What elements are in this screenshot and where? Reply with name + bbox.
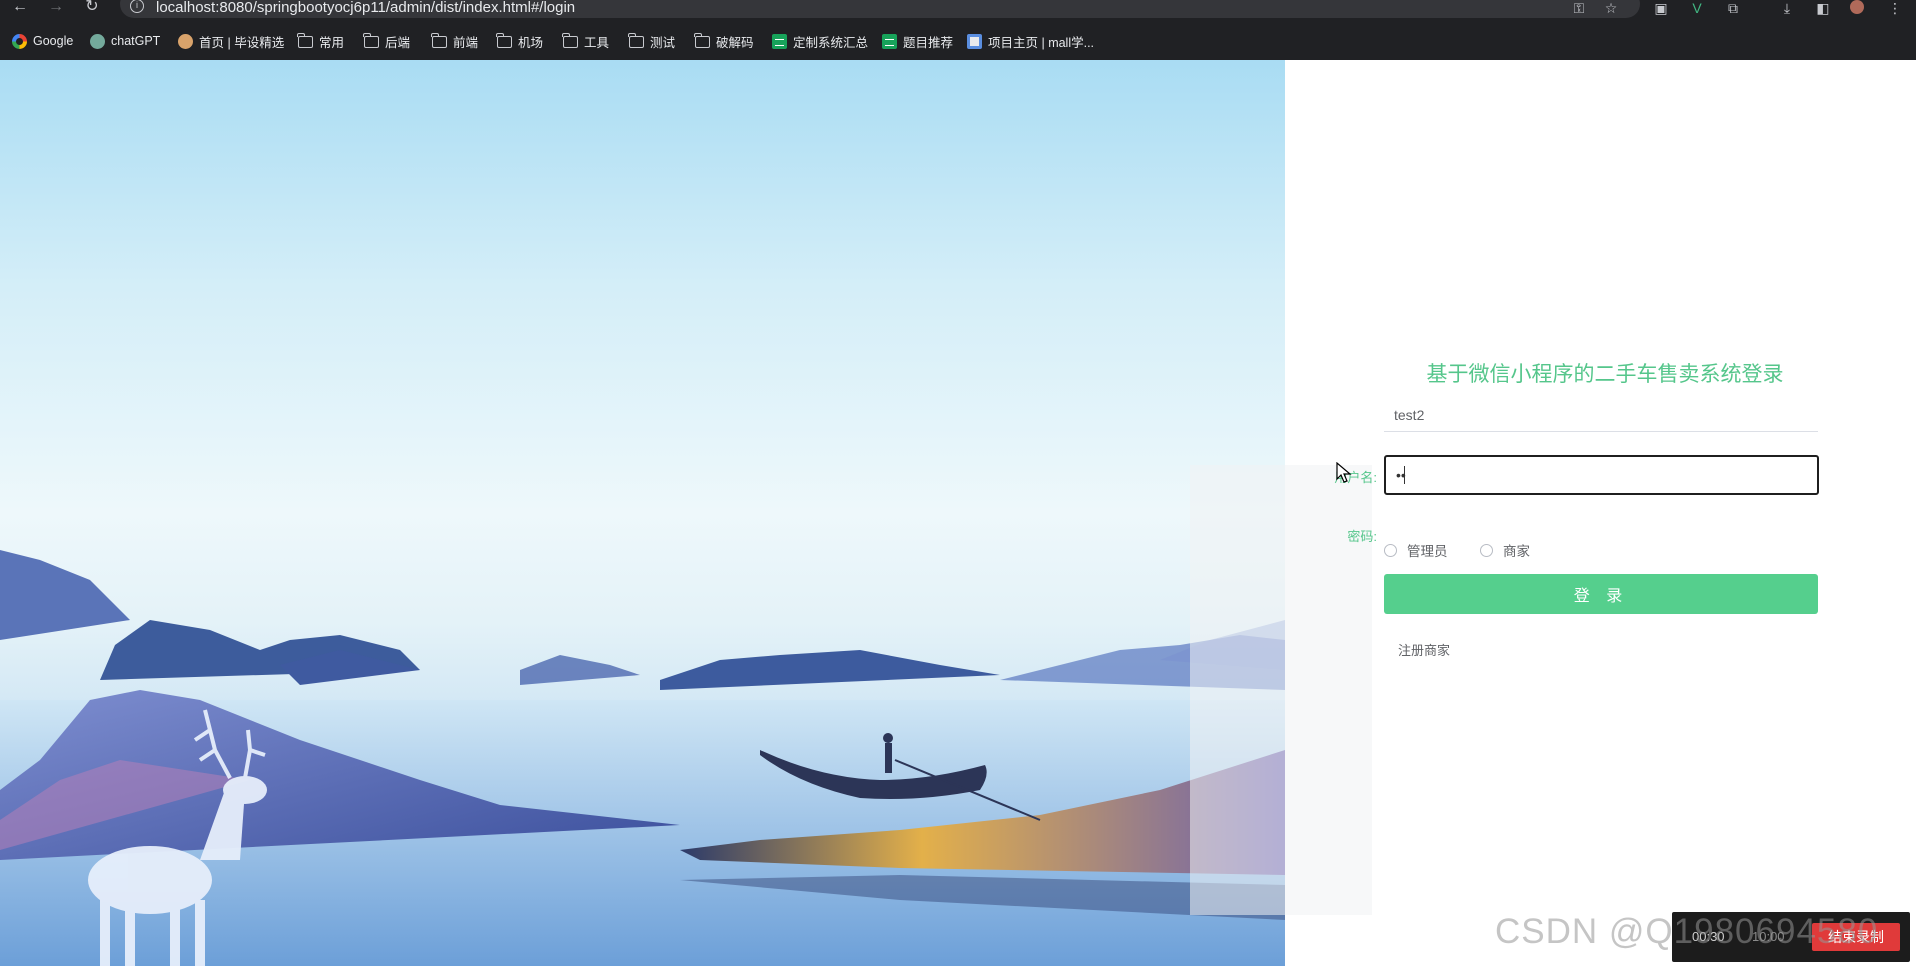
address-bar[interactable]: i localhost:8080/springbootyocj6p11/admi… [120, 0, 1640, 18]
sheet-icon [772, 33, 787, 49]
radio-circle-icon[interactable] [1384, 543, 1397, 557]
password-input[interactable] [1384, 455, 1819, 495]
bookmark-label: Google [33, 34, 74, 48]
bookmark-item[interactable]: 项目主页 | mall学... [967, 31, 1094, 51]
bookmark-item[interactable]: 后端 [363, 31, 411, 51]
back-icon[interactable]: ← [8, 0, 32, 18]
page-icon [967, 33, 982, 49]
role-radio-merchant[interactable]: 商家 [1480, 540, 1530, 560]
browser-chrome: ← → ↻ i localhost:8080/springbootyocj6p1… [0, 0, 1916, 60]
side-panel-icon[interactable]: ◧ [1814, 1, 1832, 15]
bookmark-label: chatGPT [111, 34, 161, 48]
bookmark-label: 首页 | 毕设精选 [199, 35, 285, 50]
site-info-icon[interactable]: i [130, 0, 144, 13]
mouse-pointer-icon [1336, 462, 1352, 483]
folder-icon [297, 33, 313, 48]
bookmark-item[interactable]: 首页 | 毕设精选 [178, 31, 284, 51]
watermark: CSDN @Q1980694580 [1495, 912, 1879, 951]
password-key-icon[interactable]: ⚿ [1570, 1, 1588, 15]
role-label-admin: 管理员 [1407, 544, 1448, 559]
bookmark-label: 工具 [584, 35, 610, 50]
bookmark-label: 定制系统汇总 [793, 35, 869, 50]
text-caret [1404, 466, 1405, 484]
reload-icon[interactable]: ↻ [80, 0, 104, 18]
bookmark-label: 题目推荐 [903, 35, 954, 50]
bookmark-item[interactable]: 破解码 [694, 31, 754, 51]
folder-icon [431, 33, 447, 48]
bookmark-label: 项目主页 | mall学... [988, 35, 1095, 50]
profile-avatar[interactable] [1850, 0, 1864, 14]
puzzle-extensions-icon[interactable]: ⧉ [1724, 1, 1742, 15]
person-icon [178, 33, 193, 49]
bookmark-item[interactable]: 前端 [431, 31, 479, 51]
login-button[interactable]: 登 录 [1384, 574, 1818, 614]
folder-icon [628, 33, 644, 48]
page-title: 基于微信小程序的二手车售卖系统登录 [1426, 363, 1784, 386]
bookmark-item[interactable]: Google [12, 31, 73, 51]
bookmark-item[interactable]: 定制系统汇总 [772, 31, 868, 51]
sheet-icon [882, 33, 897, 49]
bookmark-star-icon[interactable]: ☆ [1602, 1, 1620, 15]
download-icon[interactable]: ⤓ [1778, 1, 1796, 15]
chatgpt-icon [90, 33, 105, 49]
forward-icon[interactable]: → [44, 0, 68, 18]
bookmark-label: 测试 [650, 35, 676, 50]
browser-toolbar: ← → ↻ i localhost:8080/springbootyocj6p1… [0, 0, 1916, 22]
bookmark-label: 破解码 [716, 35, 754, 50]
vue-devtools-icon[interactable]: V [1688, 1, 1706, 15]
bookmark-label: 前端 [453, 35, 479, 50]
bookmarks-bar: Google chatGPT 首页 | 毕设精选 常用 后端 前端 机场 工具 测试 破解码 定制系… [0, 28, 1916, 54]
bookmark-item[interactable]: 机场 [496, 31, 544, 51]
bookmark-item[interactable]: 常用 [297, 31, 345, 51]
folder-icon [496, 33, 512, 48]
bookmark-item[interactable]: 题目推荐 [882, 31, 953, 51]
folder-icon [694, 33, 710, 48]
bookmark-label: 常用 [319, 35, 345, 50]
folder-icon [562, 33, 578, 48]
url-text[interactable]: localhost:8080/springbootyocj6p11/admin/… [156, 0, 575, 16]
google-icon [12, 33, 27, 49]
bookmark-item[interactable]: 工具 [562, 31, 610, 51]
register-merchant-link[interactable]: 注册商家 [1398, 640, 1450, 659]
password-label: 密码: [1347, 529, 1377, 544]
extension-icon[interactable]: ▣ [1652, 1, 1670, 15]
bookmark-item[interactable]: chatGPT [90, 31, 160, 51]
menu-dots-icon[interactable]: ⋮ [1886, 1, 1904, 15]
bookmark-item[interactable]: 测试 [628, 31, 676, 51]
role-label-merchant: 商家 [1503, 544, 1530, 559]
bookmark-label: 后端 [385, 35, 411, 50]
username-input[interactable] [1384, 398, 1818, 432]
role-radio-admin[interactable]: 管理员 [1384, 540, 1448, 560]
login-page: 基于微信小程序的二手车售卖系统登录 用户名: 密码: 管理员 商家 登 录 注册… [0, 60, 1916, 966]
landscape-background-image [0, 60, 1285, 966]
radio-circle-icon[interactable] [1480, 543, 1493, 557]
folder-icon [363, 33, 379, 48]
bookmark-label: 机场 [518, 35, 544, 50]
